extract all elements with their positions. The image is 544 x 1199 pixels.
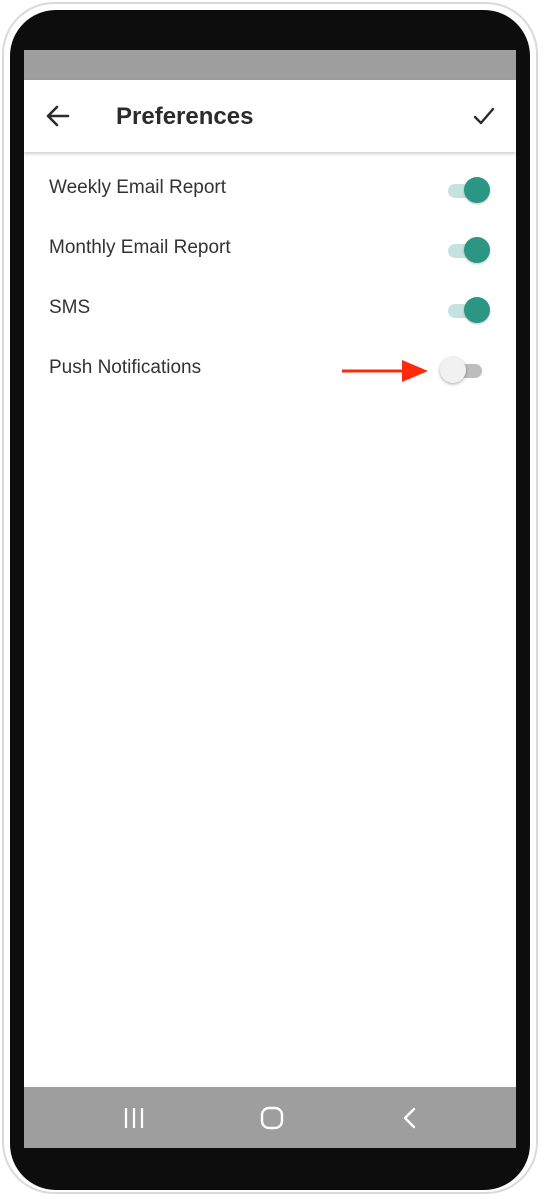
system-back-button[interactable] — [397, 1105, 423, 1131]
preference-row-push-notifications: Push Notifications — [24, 340, 516, 400]
preference-row-monthly-email: Monthly Email Report — [24, 220, 516, 280]
preference-label: SMS — [49, 297, 91, 318]
preference-row-sms: SMS — [24, 280, 516, 340]
monthly-email-toggle[interactable] — [448, 237, 490, 263]
preference-label: Monthly Email Report — [49, 237, 231, 258]
status-bar — [24, 50, 516, 80]
home-button[interactable] — [259, 1105, 285, 1131]
back-chevron-icon — [403, 1107, 416, 1129]
recents-icon — [124, 1108, 144, 1128]
home-icon — [260, 1106, 284, 1130]
save-button[interactable] — [470, 102, 498, 130]
app-bar: Preferences — [24, 80, 516, 152]
screen: Preferences Weekly Email Report Monthly … — [24, 50, 516, 1148]
preference-row-weekly-email: Weekly Email Report — [24, 160, 516, 220]
push-notifications-toggle[interactable] — [440, 357, 490, 383]
recents-button[interactable] — [121, 1105, 147, 1131]
preference-label: Push Notifications — [49, 357, 202, 378]
preferences-list: Weekly Email Report Monthly Email Report… — [24, 160, 516, 400]
preference-label: Weekly Email Report — [49, 177, 227, 198]
page-title: Preferences — [116, 103, 254, 130]
red-arrow-icon — [342, 360, 428, 382]
navigation-bar — [24, 1087, 516, 1148]
sms-toggle[interactable] — [448, 297, 490, 323]
checkmark-icon — [473, 107, 495, 125]
weekly-email-toggle[interactable] — [448, 177, 490, 203]
back-button[interactable] — [44, 102, 72, 130]
arrow-left-icon — [46, 105, 70, 127]
